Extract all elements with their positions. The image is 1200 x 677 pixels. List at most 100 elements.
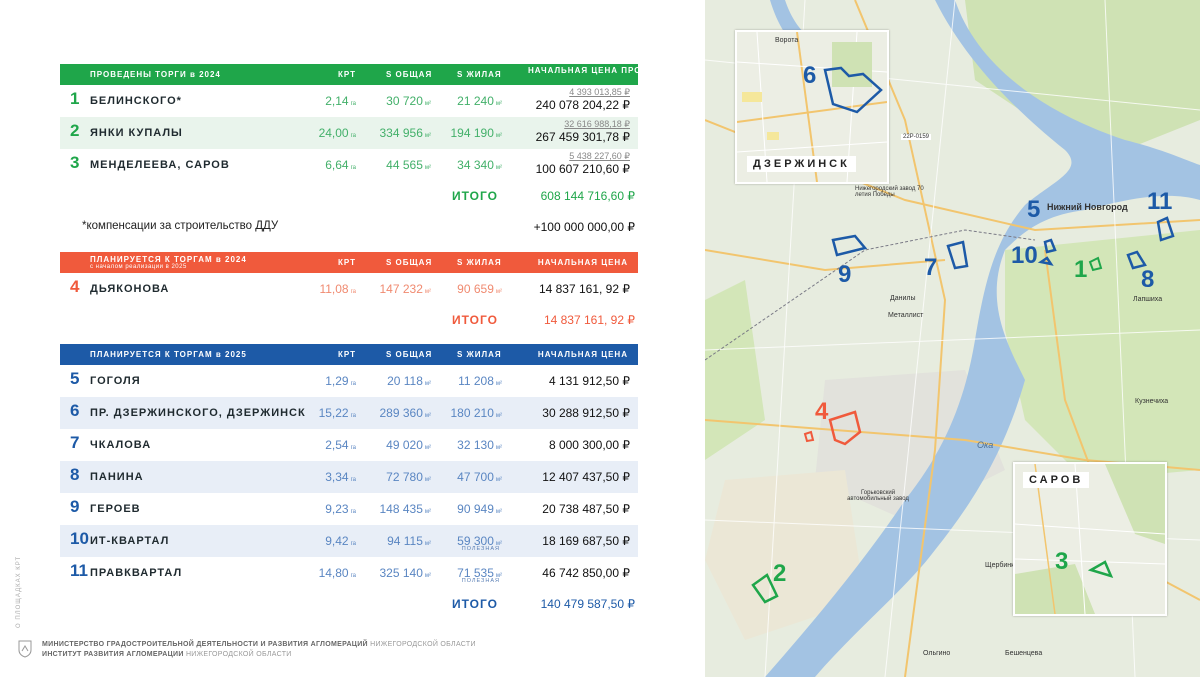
col-krt: КРТ bbox=[338, 258, 356, 267]
row-s-total: 44 565 м² bbox=[386, 158, 431, 172]
row-price-start: 5 438 227,60 ₽ bbox=[569, 151, 630, 161]
footer-institute: ИНСТИТУТ РАЗВИТИЯ АГЛОМЕРАЦИИ bbox=[42, 651, 184, 658]
row-name: ПРАВКВАРТАЛ bbox=[90, 567, 183, 579]
row-number: 5 bbox=[70, 369, 80, 388]
row-price-sale: 267 459 301,78 ₽ bbox=[535, 130, 630, 144]
place-kuznechikha: Кузнечиха bbox=[1135, 398, 1169, 405]
col-s-living: S ЖИЛАЯ bbox=[457, 350, 502, 359]
map[interactable]: Данилы Металлист Нижний Новгород Лапшиха… bbox=[705, 0, 1200, 677]
row-krt: 1,29 га bbox=[325, 374, 356, 388]
row-s-living: 47 700 м² bbox=[457, 470, 502, 484]
row-krt: 9,42 га bbox=[325, 534, 356, 548]
row-s-total: 148 435 м² bbox=[379, 502, 431, 516]
site-label-5[interactable]: 5 bbox=[1027, 196, 1040, 224]
row-krt: 9,23 га bbox=[325, 502, 356, 516]
place-danilovo: Данилы bbox=[890, 295, 916, 302]
row-s-total: 94 115 м² bbox=[387, 534, 431, 548]
row-price-start: 4 393 013,85 ₽ bbox=[569, 87, 630, 97]
table-row[interactable]: 8 ПАНИНА 3,34 га 72 780 м² 47 700 м² 12 407 437,… bbox=[60, 461, 638, 493]
site-label-1[interactable]: 1 bbox=[1074, 256, 1087, 284]
row-name: ГОГОЛЯ bbox=[90, 375, 141, 387]
site-label-11[interactable]: 11 bbox=[1147, 188, 1172, 216]
site-label-4[interactable]: 4 bbox=[815, 398, 828, 426]
section3-title: ПЛАНИРУЕТСЯ К ТОРГАМ в 2025 bbox=[90, 350, 247, 359]
row-number: 10 bbox=[70, 529, 89, 548]
row-name: ПАНИНА bbox=[90, 471, 144, 483]
site-label-7[interactable]: 7 bbox=[924, 254, 937, 282]
table-row[interactable]: 10 ИТ-КВАРТАЛ 9,42 га 94 115 м² 59 300 м² 18 169… bbox=[60, 525, 638, 557]
site-label-9[interactable]: 9 bbox=[838, 261, 851, 289]
col-price: НАЧАЛЬНАЯ ЦЕНА bbox=[537, 350, 628, 359]
footer-ministry-region: НИЖЕГОРОДСКОЙ ОБЛАСТИ bbox=[370, 641, 476, 648]
row-krt: 6,64 га bbox=[325, 158, 356, 172]
row-name: ЧКАЛОВА bbox=[90, 439, 152, 451]
footer-ministry: МИНИСТЕРСТВО ГРАДОСТРОИТЕЛЬНОЙ ДЕЯТЕЛЬНО… bbox=[42, 641, 368, 648]
section2-total-label: ИТОГО bbox=[452, 313, 498, 327]
row-number: 8 bbox=[70, 465, 80, 484]
place-nizhny: Нижний Новгород bbox=[1047, 202, 1128, 212]
row-note: ПОЛЕЗНАЯ bbox=[461, 546, 500, 552]
table-row[interactable]: 11 ПРАВКВАРТАЛ 14,80 га 325 140 м² 71 535 м² 46 … bbox=[60, 557, 638, 589]
section2-subtitle: с началом реализации в 2025 bbox=[90, 264, 187, 270]
row-price-sale: 100 607 210,60 ₽ bbox=[535, 162, 630, 176]
row-s-total: 334 956 м² bbox=[379, 126, 431, 140]
section1-total-value: 608 144 716,60 ₽ bbox=[540, 189, 635, 203]
place-beshentseva: Бешенцева bbox=[1005, 650, 1043, 657]
row-name: ПР. ДЗЕРЖИНСКОГО, ДЗЕРЖИНСК bbox=[90, 407, 306, 419]
footer-institute-region: НИЖЕГОРОДСКОЙ ОБЛАСТИ bbox=[185, 651, 292, 658]
table-row[interactable]: 7 ЧКАЛОВА 2,54 га 49 020 м² 32 130 м² 8 000 300,… bbox=[60, 429, 638, 461]
site-label-10[interactable]: 10 bbox=[1011, 242, 1038, 270]
footnote: *компенсации за строительство ДДУ bbox=[82, 220, 279, 232]
section3-header: ПЛАНИРУЕТСЯ К ТОРГАМ в 2025 КРТ S ОБЩАЯ … bbox=[60, 344, 638, 365]
row-number: 3 bbox=[70, 153, 80, 172]
place-zavod: Нижегородский завод 70 летия Победы bbox=[855, 186, 924, 198]
table-row[interactable]: 5 ГОГОЛЯ 1,29 га 20 118 м² 11 208 м² 4 131 912,5… bbox=[60, 365, 638, 397]
site-label-3[interactable]: 3 bbox=[1055, 548, 1068, 576]
vertical-caption: О ПЛОЩАДКАХ КРТ bbox=[16, 555, 22, 628]
road-label-1: 22Р-0159 bbox=[901, 134, 932, 140]
row-krt: 2,54 га bbox=[325, 438, 356, 452]
table-row[interactable]: 3 МЕНДЕЛЕЕВА, САРОВ 6,64 га 44 565 м² 34 340 м²… bbox=[60, 149, 638, 181]
place-vorota: Ворота bbox=[775, 37, 799, 44]
table-row[interactable]: 6 ПР. ДЗЕРЖИНСКОГО, ДЗЕРЖИНСК 15,22 га 289 3… bbox=[60, 397, 638, 429]
row-name: ЯНКИ КУПАЛЫ bbox=[90, 127, 183, 139]
table-row[interactable]: 9 ГЕРОЕВ 9,23 га 148 435 м² 90 949 м² 20 738 487… bbox=[60, 493, 638, 525]
row-s-total: 147 232 м² bbox=[379, 282, 431, 296]
section1-title: ПРОВЕДЕНЫ ТОРГИ в 2024 bbox=[90, 70, 221, 79]
inset-sarov-label: САРОВ bbox=[1023, 472, 1090, 488]
table-row[interactable]: 4 ДЬЯКОНОВА 11,08 га 147 232 м² 90 659 м² 14 837… bbox=[60, 273, 638, 305]
row-s-total: 72 780 м² bbox=[386, 470, 431, 484]
inset-dzerzhinsk[interactable]: Ворота 6 ДЗЕРЖИНСК bbox=[735, 30, 889, 184]
section2-header: ПЛАНИРУЕТСЯ К ТОРГАМ в 2024 с началом ре… bbox=[60, 252, 638, 273]
site-label-8[interactable]: 8 bbox=[1141, 266, 1154, 294]
row-price: 18 169 687,50 ₽ bbox=[542, 534, 630, 548]
row-s-living: 71 535 м² bbox=[457, 566, 502, 580]
table-row[interactable]: 1 БЕЛИНСКОГО* 2,14 га 30 720 м² 21 240 м² 4 393 … bbox=[60, 85, 638, 117]
place-gaz: Горьковский автомобильный завод bbox=[847, 490, 909, 502]
col-s-total: S ОБЩАЯ bbox=[386, 258, 433, 267]
table-row[interactable]: 2 ЯНКИ КУПАЛЫ 24,00 га 334 956 м² 194 190 м² 32 … bbox=[60, 117, 638, 149]
row-price: 30 288 912,50 ₽ bbox=[542, 406, 630, 420]
inset-sarov[interactable]: САРОВ 3 bbox=[1013, 462, 1167, 616]
row-s-total: 20 118 м² bbox=[387, 374, 431, 388]
site-label-6[interactable]: 6 bbox=[803, 62, 816, 90]
section2-total-value: 14 837 161, 92 ₽ bbox=[543, 313, 635, 327]
row-s-total: 325 140 м² bbox=[379, 566, 431, 580]
col-s-total: S ОБЩАЯ bbox=[386, 350, 433, 359]
row-s-living: 11 208 м² bbox=[458, 374, 502, 388]
row-s-total: 289 360 м² bbox=[379, 406, 431, 420]
row-name: ИТ-КВАРТАЛ bbox=[90, 535, 170, 547]
row-price: 20 738 487,50 ₽ bbox=[542, 502, 630, 516]
data-panel: ПРОВЕДЕНЫ ТОРГИ в 2024 КРТ S ОБЩАЯ S ЖИЛ… bbox=[0, 0, 705, 677]
col-krt: КРТ bbox=[338, 350, 356, 359]
row-krt: 11,08 га bbox=[319, 282, 356, 296]
footer: МИНИСТЕРСТВО ГРАДОСТРОИТЕЛЬНОЙ ДЕЯТЕЛЬНО… bbox=[42, 640, 476, 660]
site-label-2[interactable]: 2 bbox=[773, 560, 786, 588]
row-s-living: 90 659 м² bbox=[457, 282, 502, 296]
section3-total-value: 140 479 587,50 ₽ bbox=[540, 597, 635, 611]
row-number: 9 bbox=[70, 497, 80, 516]
row-name: МЕНДЕЛЕЕВА, САРОВ bbox=[90, 159, 230, 171]
row-number: 2 bbox=[70, 121, 80, 140]
row-number: 6 bbox=[70, 401, 80, 420]
row-krt: 14,80 га bbox=[318, 566, 356, 580]
